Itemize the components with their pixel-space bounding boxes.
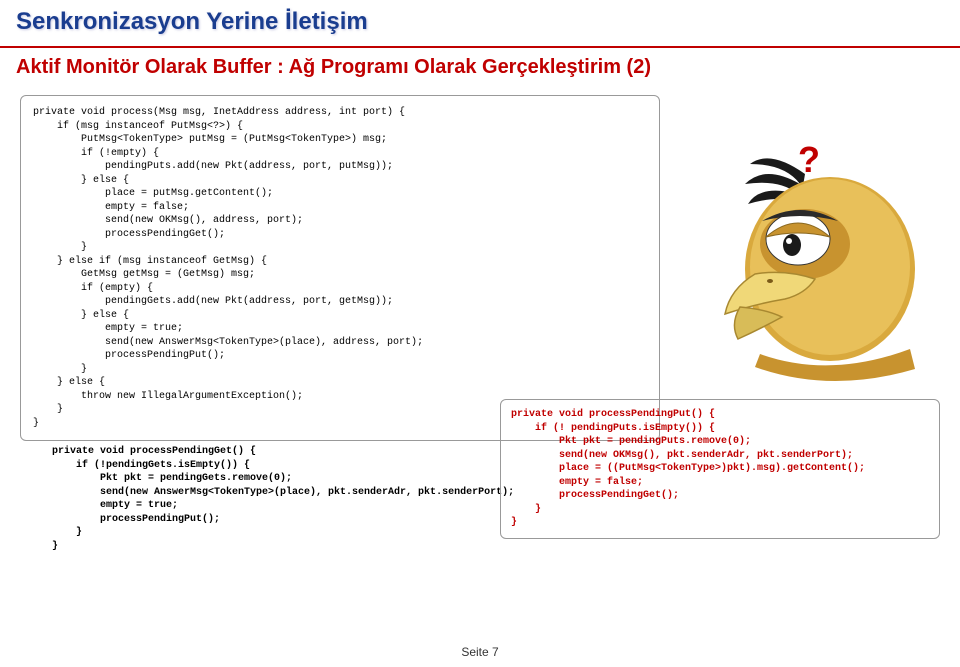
code-pending-put: private void processPendingPut() { if (!… [500,399,940,539]
page-title: Senkronizasyon Yerine İletişim [16,8,944,36]
code-process: private void process(Msg msg, InetAddres… [20,95,660,441]
bird-illustration [710,139,930,389]
page-subtitle: Aktif Monitör Olarak Buffer : Ağ Program… [0,56,960,79]
question-mark-callout: ? [798,139,820,181]
header-divider [0,46,960,48]
page-footer: Seite 7 [0,645,960,659]
content-area: private void process(Msg msg, InetAddres… [0,79,960,553]
